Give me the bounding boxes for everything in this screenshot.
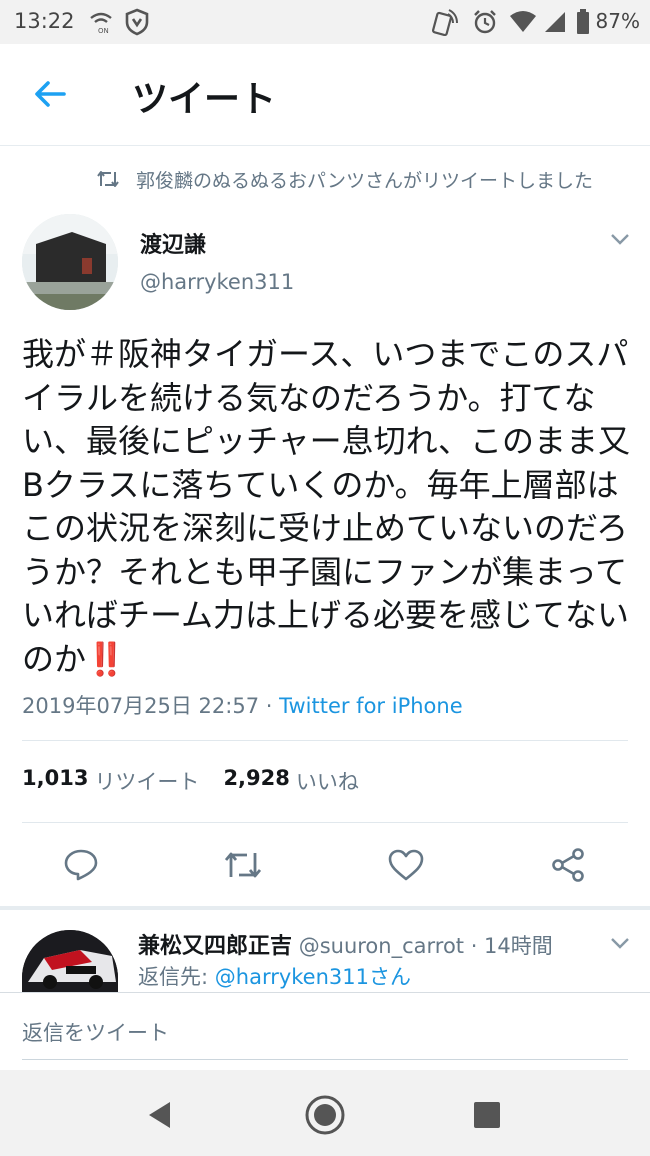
retweet-stat-label: リツイート: [94, 770, 200, 794]
reply-author-name[interactable]: 兼松又四郎正吉: [138, 934, 292, 959]
chevron-down-icon: [611, 938, 629, 949]
author-handle[interactable]: @harryken311: [140, 270, 294, 294]
divider: [22, 740, 628, 741]
avatar[interactable]: [22, 214, 118, 310]
nav-home-button[interactable]: [302, 1092, 348, 1138]
reply-author-handle[interactable]: @suuron_carrot: [299, 934, 464, 958]
back-button[interactable]: [30, 74, 70, 114]
share-button[interactable]: [543, 840, 593, 890]
like-icon: [388, 849, 424, 881]
tweet-stats: 1,013 リツイート 2,928 いいね: [22, 766, 383, 796]
retweet-context-text: 郭俊麟のぬるぬるおパンツさんがリツイートしました: [136, 169, 593, 192]
wifi-icon: [508, 8, 538, 36]
shield-icon: [122, 8, 152, 36]
tweet-source-link[interactable]: Twitter for iPhone: [279, 694, 463, 718]
like-stat[interactable]: 2,928 いいね: [223, 766, 358, 796]
battery-icon: [574, 8, 592, 36]
tweet-menu-button[interactable]: [606, 228, 634, 250]
chevron-down-icon: [611, 234, 629, 245]
like-count: 2,928: [223, 766, 290, 790]
retweet-count: 1,013: [22, 766, 89, 790]
like-stat-label: いいね: [295, 770, 359, 794]
app-header: ツイート: [0, 44, 650, 146]
status-time: 13:22: [14, 9, 75, 33]
system-nav-bar: [0, 1070, 650, 1156]
retweet-small-icon: [96, 170, 124, 188]
retweet-button[interactable]: [218, 840, 268, 890]
double-exclamation-emoji: ‼️: [86, 639, 126, 678]
reply-time: · 14時間: [464, 934, 553, 958]
home-circle-icon: [305, 1095, 345, 1135]
back-arrow-icon: [35, 81, 66, 107]
reply-to-link[interactable]: @harryken311さん: [215, 965, 411, 989]
meta-separator: ·: [259, 694, 280, 718]
nfc-icon: [428, 8, 460, 36]
divider: [22, 822, 628, 823]
triangle-back-icon: [149, 1102, 170, 1128]
signal-icon: [542, 8, 568, 36]
retweet-icon: [224, 852, 262, 878]
reply-avatar[interactable]: [22, 930, 118, 992]
reply-to: 返信先: @harryken311さん: [138, 961, 411, 991]
alarm-icon: [470, 8, 500, 36]
retweet-stat[interactable]: 1,013 リツイート: [22, 766, 199, 796]
reply-compose-bar: 返信をツイート: [0, 992, 650, 1070]
share-icon: [552, 848, 584, 882]
page-title: ツイート: [132, 79, 277, 120]
tweet-actions: [0, 840, 650, 890]
nav-back-button[interactable]: [138, 1092, 184, 1138]
tweet-text: 我が＃阪神タイガース、いつまでこのスパイラルを続ける気なのだろうか。打てない、最…: [22, 333, 634, 681]
section-separator: [0, 906, 650, 910]
nav-recents-button[interactable]: [464, 1092, 510, 1138]
reply-button[interactable]: [56, 840, 106, 890]
input-underline: [22, 1059, 628, 1060]
tweet-timestamp: 2019年07月25日 22:57: [22, 694, 260, 718]
reply-input[interactable]: 返信をツイート: [22, 1017, 169, 1047]
reply-header: 兼松又四郎正吉 @suuron_carrot · 14時間: [138, 928, 553, 960]
reply-to-prefix: 返信先:: [138, 965, 215, 989]
status-bar: 13:22 ON 87%: [0, 0, 650, 44]
retweet-context[interactable]: 郭俊麟のぬるぬるおパンツさんがリツイートしました: [96, 164, 593, 194]
reply-menu-button[interactable]: [606, 932, 634, 954]
battery-percent: 87%: [595, 9, 640, 33]
tweet-meta: 2019年07月25日 22:57 · Twitter for iPhone: [22, 690, 463, 720]
tweet-body: 我が＃阪神タイガース、いつまでこのスパイラルを続ける気なのだろうか。打てない、最…: [22, 335, 631, 678]
square-recents-icon: [474, 1102, 500, 1128]
svg-text:ON: ON: [98, 27, 109, 35]
like-button[interactable]: [381, 840, 431, 890]
wifi-call-icon: ON: [86, 8, 116, 36]
author-name[interactable]: 渡辺謙: [140, 227, 206, 259]
reply-icon: [64, 849, 98, 881]
